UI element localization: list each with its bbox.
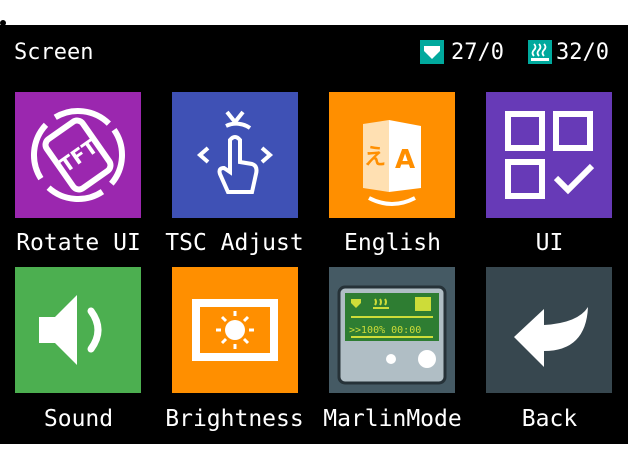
marlin-mode-label: MarlinMode <box>323 406 462 432</box>
ui-grid-icon <box>486 92 612 218</box>
brightness-label: Brightness <box>165 406 304 432</box>
sound-button[interactable] <box>15 267 141 393</box>
back-button[interactable] <box>486 267 612 393</box>
rotate-ui-label: Rotate UI <box>16 230 141 256</box>
page-title: Screen <box>14 40 94 65</box>
marlin-mode-icon: >>100% 00:00 <box>329 267 455 393</box>
svg-text:A: A <box>395 145 415 175</box>
language-icon: え A <box>329 92 455 218</box>
sound-label: Sound <box>43 406 114 432</box>
brightness-icon <box>172 267 298 393</box>
brightness-button[interactable] <box>172 267 298 393</box>
back-label: Back <box>521 406 578 432</box>
bed-temp: 32/0 <box>556 40 609 65</box>
tsc-adjust-button[interactable] <box>172 92 298 218</box>
heated-bed-icon <box>528 40 552 64</box>
touch-adjust-icon <box>172 92 298 218</box>
rotate-tft-icon: TFT <box>15 92 141 218</box>
svg-text:え: え <box>364 145 386 170</box>
tsc-adjust-label: TSC Adjust <box>165 230 304 256</box>
language-button[interactable]: え A <box>329 92 455 218</box>
language-label: English <box>344 230 441 256</box>
back-arrow-icon <box>486 267 612 393</box>
rotate-ui-button[interactable]: TFT <box>15 92 141 218</box>
status-bar: 27/0 32/0 <box>420 40 628 66</box>
svg-text:>>100% 00:00: >>100% 00:00 <box>349 325 421 336</box>
ui-button[interactable] <box>486 92 612 218</box>
speaker-icon <box>15 267 141 393</box>
marlin-mode-button[interactable]: >>100% 00:00 <box>329 267 455 393</box>
nozzle-temp: 27/0 <box>451 40 504 65</box>
nozzle-icon <box>420 40 444 64</box>
ui-label: UI <box>535 230 564 256</box>
